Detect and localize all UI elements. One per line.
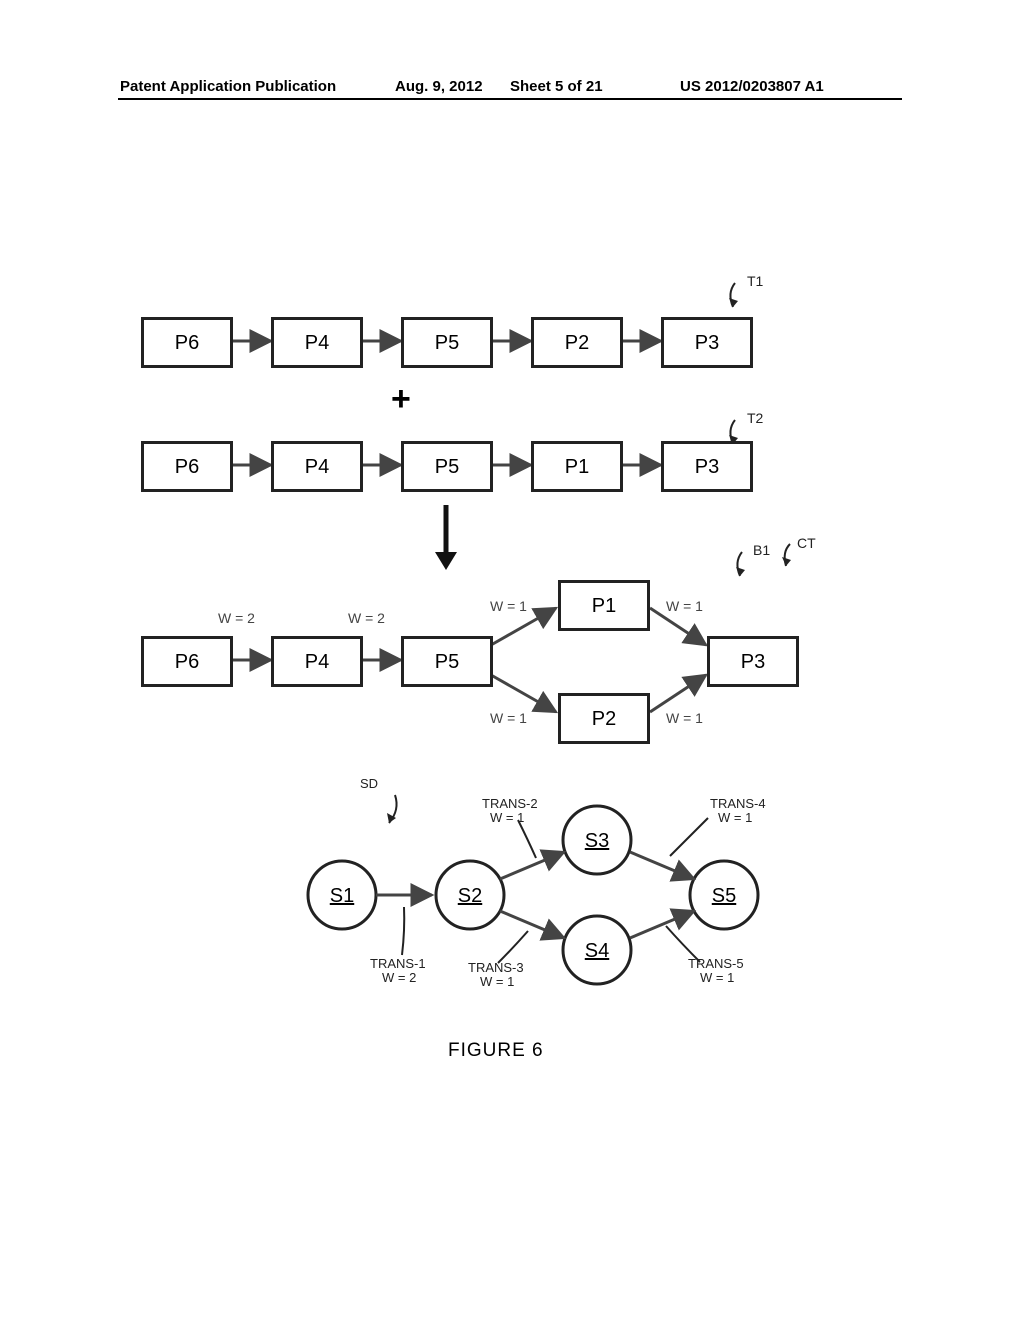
state-s4: S4 [585, 940, 609, 962]
trans2-label: TRANS-2 [482, 796, 538, 811]
figure-caption: FIGURE 6 [448, 1040, 544, 1062]
state-diagram-group: S1 S2 S3 S4 S5 SD TRANS-2 W = 1 TRANS- [308, 776, 766, 989]
r3-b3: P5 [401, 636, 493, 687]
r1-b5: P3 [661, 317, 753, 368]
header-sheet: Sheet 5 of 21 [510, 78, 603, 95]
r2-b2: P4 [271, 441, 363, 492]
trans4-w: W = 1 [718, 810, 752, 825]
trans3-w: W = 1 [480, 974, 514, 989]
w-r3-23: W = 2 [348, 610, 385, 626]
tag-ct: CT [797, 535, 816, 551]
w-r3-12: W = 2 [218, 610, 255, 626]
r2-b5: P3 [661, 441, 753, 492]
trans1-w: W = 2 [382, 970, 416, 985]
trans4-label: TRANS-4 [710, 796, 766, 811]
tag-t2: T2 [747, 410, 763, 426]
header-left: Patent Application Publication [120, 78, 336, 95]
trans2-w: W = 1 [490, 810, 524, 825]
w-r3-3bot: W = 1 [490, 710, 527, 726]
r2-b3: P5 [401, 441, 493, 492]
trans5-label: TRANS-5 [688, 956, 744, 971]
tag-t1: T1 [747, 273, 763, 289]
w-r3-3top: W = 1 [490, 598, 527, 614]
header-pubno: US 2012/0203807 A1 [680, 78, 824, 95]
plus-sign: + [391, 380, 411, 419]
r3-b1: P6 [141, 636, 233, 687]
r3-bbot: P2 [558, 693, 650, 744]
r3-bend: P3 [707, 636, 799, 687]
r1-b2: P4 [271, 317, 363, 368]
r2-b1: P6 [141, 441, 233, 492]
tag-b1: B1 [753, 542, 770, 558]
state-s2: S2 [458, 885, 482, 907]
header-rule [118, 98, 902, 100]
w-r3-tope: W = 1 [666, 598, 703, 614]
sd-label: SD [360, 776, 378, 791]
state-s5: S5 [712, 885, 736, 907]
r3-btop: P1 [558, 580, 650, 631]
trans3-label: TRANS-3 [468, 960, 524, 975]
trans5-w: W = 1 [700, 970, 734, 985]
r1-b3: P5 [401, 317, 493, 368]
r3-b2: P4 [271, 636, 363, 687]
w-r3-bote: W = 1 [666, 710, 703, 726]
header-date: Aug. 9, 2012 [395, 78, 483, 95]
r2-b4: P1 [531, 441, 623, 492]
state-s3: S3 [585, 830, 609, 852]
r1-b1: P6 [141, 317, 233, 368]
state-s1: S1 [330, 885, 354, 907]
r1-b4: P2 [531, 317, 623, 368]
trans1-label: TRANS-1 [370, 956, 426, 971]
